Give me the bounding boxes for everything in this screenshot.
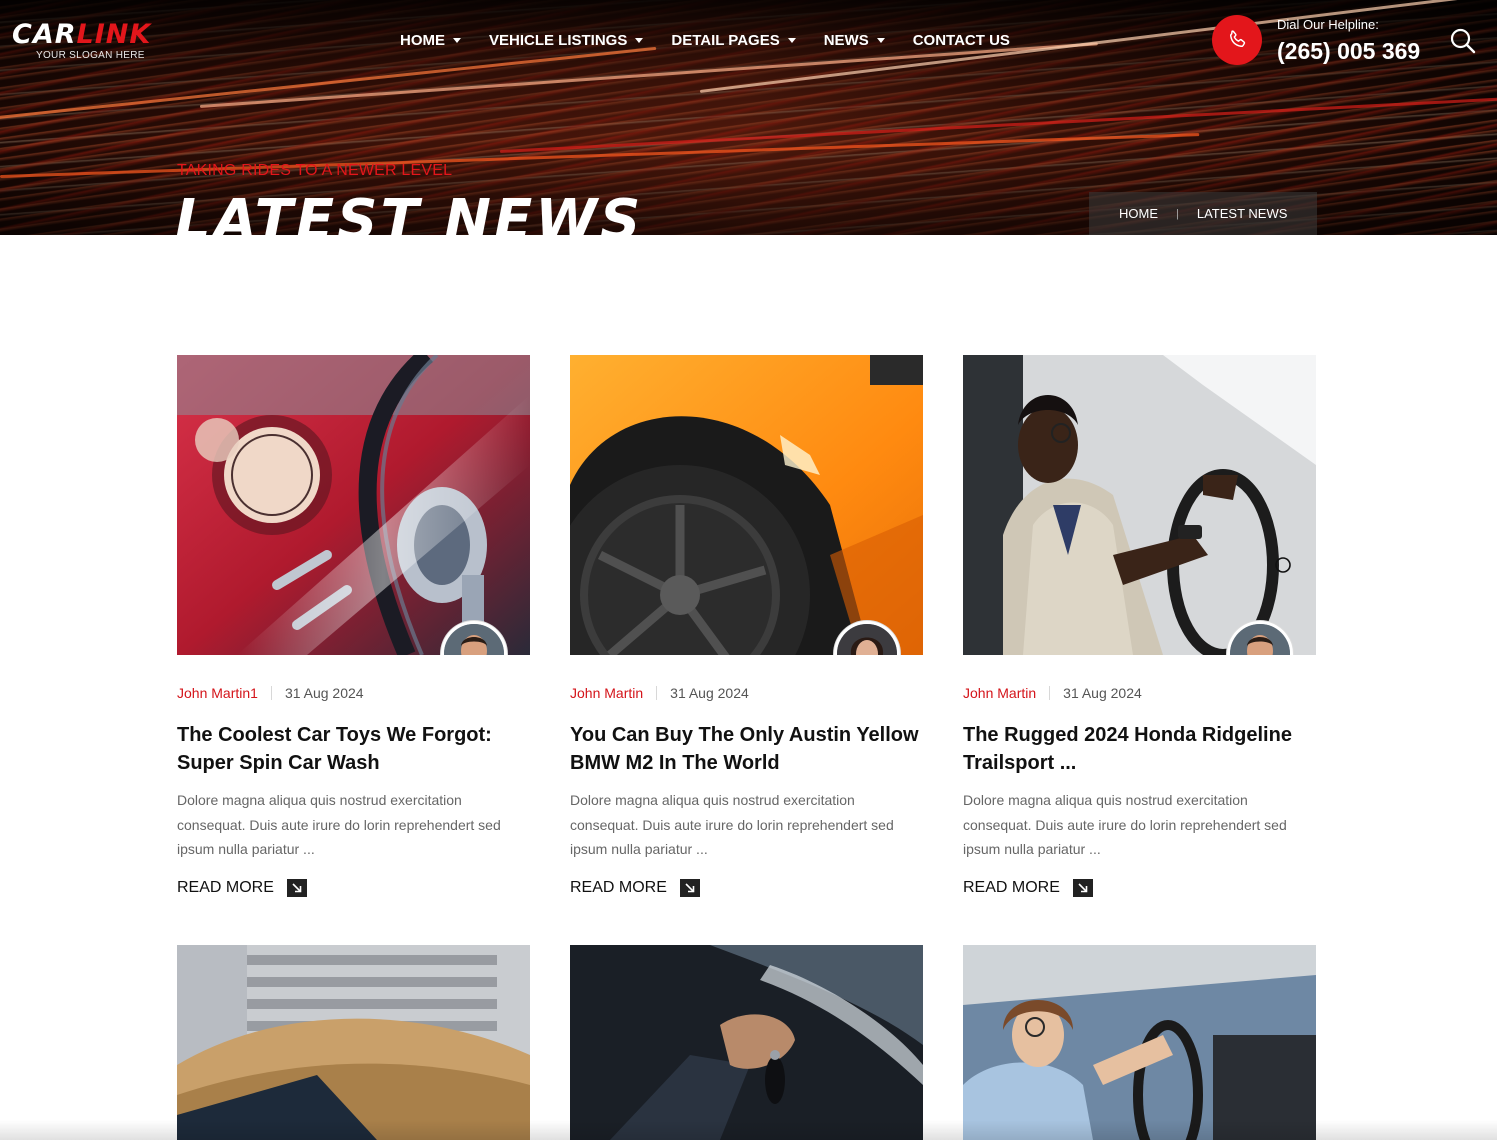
news-card-image[interactable] xyxy=(570,355,923,655)
light-streak xyxy=(499,97,1497,153)
post-date: 31 Aug 2024 xyxy=(1063,685,1142,701)
breadcrumb-current: LATEST NEWS xyxy=(1196,206,1288,221)
man-driving-photo xyxy=(963,355,1316,655)
car-dashboard-photo xyxy=(177,355,530,655)
arrow-down-right-icon xyxy=(679,879,700,897)
news-card-image[interactable] xyxy=(963,945,1316,1140)
post-title[interactable]: You Can Buy The Only Austin Yellow BMW M… xyxy=(570,721,923,777)
nav-item-label: DETAIL PAGES xyxy=(671,32,780,49)
post-title[interactable]: The Rugged 2024 Honda Ridgeline Trailspo… xyxy=(963,721,1316,777)
nav-item-news[interactable]: NEWS xyxy=(824,32,885,49)
news-card-image[interactable] xyxy=(963,355,1316,655)
news-card: John Martin 31 Aug 2024 The Rugged 2024 … xyxy=(963,355,1316,897)
nav-item-home[interactable]: HOME xyxy=(400,32,461,49)
nav-item-detail-pages[interactable]: DETAIL PAGES xyxy=(671,32,796,49)
read-more-link[interactable]: READ MORE xyxy=(963,879,1093,897)
post-meta: John Martin 31 Aug 2024 xyxy=(963,685,1142,701)
call-button[interactable] xyxy=(1212,15,1262,65)
post-meta: John Martin 31 Aug 2024 xyxy=(570,685,749,701)
post-date: 31 Aug 2024 xyxy=(284,685,364,701)
logo-text-link: LINK xyxy=(76,19,152,50)
post-title[interactable]: The Coolest Car Toys We Forgot: Super Sp… xyxy=(177,721,530,777)
news-card-image[interactable] xyxy=(177,945,530,1140)
helpline-label: Dial Our Helpline: xyxy=(1277,17,1379,32)
post-meta: John Martin1 31 Aug 2024 xyxy=(177,685,364,701)
meta-divider xyxy=(270,686,272,700)
breadcrumb-home-link[interactable]: HOME xyxy=(1119,206,1158,221)
chevron-down-icon xyxy=(635,38,644,43)
chevron-down-icon xyxy=(453,38,461,43)
read-more-label: READ MORE xyxy=(570,879,667,896)
woman-driving-photo xyxy=(963,945,1316,1140)
logo-slogan: YOUR SLOGAN HERE xyxy=(36,50,145,61)
scroll-shadow xyxy=(0,1120,1497,1140)
yellow-car-wheel-photo xyxy=(570,355,923,655)
nav-item-vehicle-listings[interactable]: VEHICLE LISTINGS xyxy=(489,32,644,49)
main-nav: HOME VEHICLE LISTINGS DETAIL PAGES NEWS … xyxy=(400,32,1038,49)
page-header-banner: CARLINK YOUR SLOGAN HERE HOME VEHICLE LI… xyxy=(0,0,1497,235)
post-date: 31 Aug 2024 xyxy=(670,685,749,701)
read-more-label: READ MORE xyxy=(177,879,274,896)
author-photo xyxy=(1230,624,1290,655)
light-streak xyxy=(199,42,1098,108)
meta-divider xyxy=(656,686,658,700)
page-title: LATEST NEWS xyxy=(175,188,644,235)
news-card-image[interactable] xyxy=(177,355,530,655)
nav-item-label: NEWS xyxy=(823,32,869,49)
logo-text-car: CAR xyxy=(12,19,77,50)
post-author[interactable]: John Martin xyxy=(570,685,643,701)
meta-divider xyxy=(1049,686,1051,700)
phone-icon xyxy=(1229,30,1246,48)
nav-item-contact-us[interactable]: CONTACT US xyxy=(913,32,1010,49)
post-author[interactable]: John Martin1 xyxy=(177,685,258,701)
post-excerpt: Dolore magna aliqua quis nostrud exercit… xyxy=(177,792,501,857)
post-excerpt: Dolore magna aliqua quis nostrud exercit… xyxy=(570,792,894,857)
author-photo xyxy=(837,624,897,655)
arrow-down-right-icon xyxy=(286,879,307,897)
chevron-down-icon xyxy=(787,38,796,43)
news-card: John Martin1 31 Aug 2024 The Coolest Car… xyxy=(177,355,530,897)
search-button[interactable] xyxy=(1449,27,1477,55)
news-card-image[interactable] xyxy=(570,945,923,1140)
hero-subtitle: TAKING RIDES TO A NEWER LEVEL xyxy=(177,162,453,179)
search-icon xyxy=(1450,28,1476,54)
nav-item-label: CONTACT US xyxy=(912,32,1010,49)
author-photo xyxy=(444,624,504,655)
car-key-photo xyxy=(570,945,923,1140)
post-author[interactable]: John Martin xyxy=(963,685,1036,701)
arrow-down-right-icon xyxy=(1072,879,1093,897)
post-excerpt: Dolore magna aliqua quis nostrud exercit… xyxy=(963,792,1287,857)
nav-item-label: HOME xyxy=(400,32,445,49)
parked-car-photo xyxy=(177,945,530,1140)
breadcrumb: HOME | LATEST NEWS xyxy=(1089,192,1317,235)
read-more-link[interactable]: READ MORE xyxy=(570,879,700,897)
helpline-number[interactable]: (265) 005 369 xyxy=(1277,38,1420,65)
site-logo[interactable]: CARLINK YOUR SLOGAN HERE xyxy=(12,19,152,62)
chevron-down-icon xyxy=(876,38,885,43)
read-more-label: READ MORE xyxy=(963,879,1060,896)
news-card: John Martin 31 Aug 2024 You Can Buy The … xyxy=(570,355,923,897)
breadcrumb-separator: | xyxy=(1176,207,1179,220)
read-more-link[interactable]: READ MORE xyxy=(177,879,307,897)
nav-item-label: VEHICLE LISTINGS xyxy=(489,32,628,49)
